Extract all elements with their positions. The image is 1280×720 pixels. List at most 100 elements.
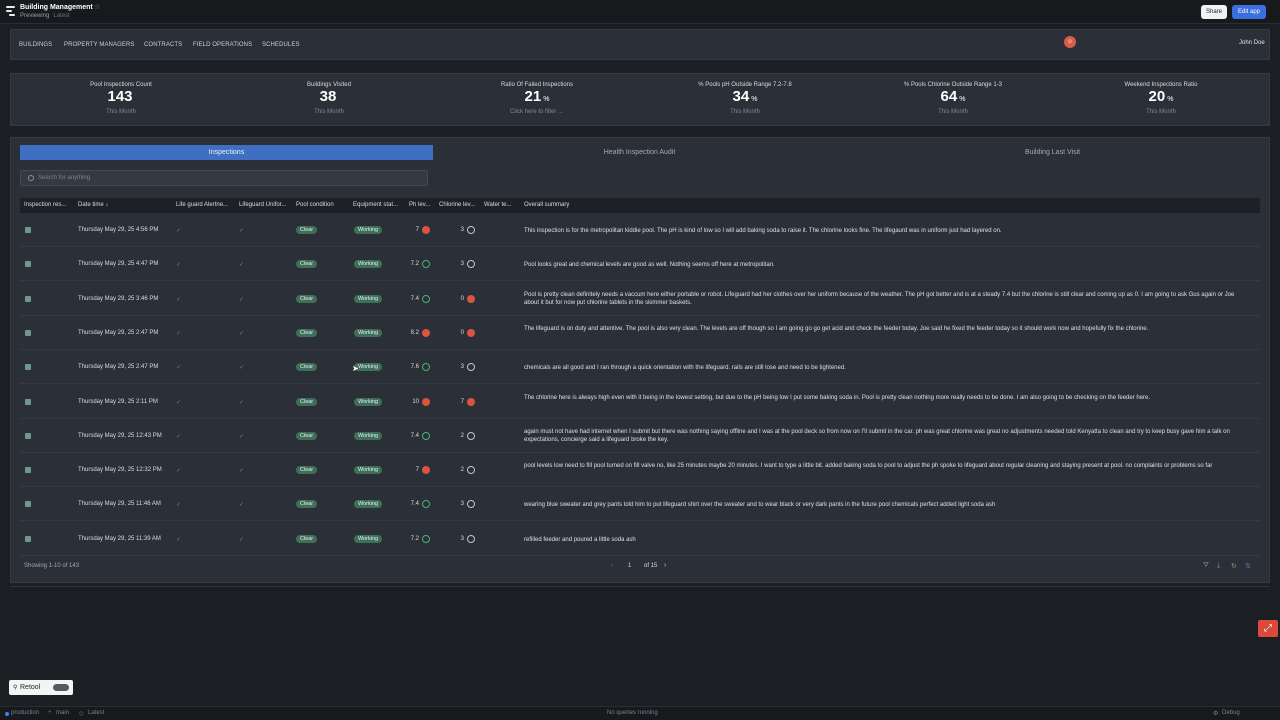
column-pool-condition[interactable]: Pool condition xyxy=(296,202,334,208)
chlorine-status-icon xyxy=(467,534,475,543)
ph-value: 7.4 xyxy=(410,432,419,439)
column-overall-summary[interactable]: Overall summary xyxy=(524,202,569,208)
stat-number: 34 xyxy=(732,88,750,105)
column-equipment-status[interactable]: Equipment stat... xyxy=(353,202,398,208)
column-ph-level[interactable]: Ph lev... xyxy=(409,202,430,208)
inspection-result-checkbox[interactable] xyxy=(25,398,31,405)
debug-label[interactable]: Debug xyxy=(1222,710,1240,716)
smiley-icon[interactable]: ☺ xyxy=(1064,36,1076,48)
release-label[interactable]: Latest xyxy=(88,710,104,716)
mode-label: Previewing xyxy=(20,13,50,19)
download-icon[interactable]: ⤓ xyxy=(1217,562,1220,570)
tab-inspections[interactable]: Inspections xyxy=(20,145,433,160)
table-row[interactable]: Thursday May 29, 25 12:32 PM ✓ ✓ Clear Worki… xyxy=(20,453,1260,488)
pool-condition-badge: Clear xyxy=(296,260,318,269)
nav-item-buildings[interactable]: BUILDINGS xyxy=(19,42,52,48)
table-count: Showing 1-10 of 143 xyxy=(24,563,80,569)
filter-icon[interactable]: ⛛ xyxy=(1203,562,1209,570)
retool-badge[interactable]: ⚲ Retool xyxy=(9,680,73,695)
chevron-right-icon[interactable]: › xyxy=(664,562,666,569)
star-icon[interactable]: ☆ xyxy=(94,3,100,11)
pool-condition-badge: Clear xyxy=(296,397,318,406)
retool-logo-icon[interactable] xyxy=(6,6,15,17)
chevron-left-icon[interactable]: ‹ xyxy=(611,562,613,569)
retool-toggle[interactable] xyxy=(53,684,69,691)
check-icon: ✓ xyxy=(239,228,245,234)
table-row[interactable]: Thursday May 29, 25 3:46 PM ✓ ✓ Clear Workin… xyxy=(20,282,1260,316)
table-row[interactable]: Thursday May 29, 25 2:47 PM ✓ ✓ Clear Workin… xyxy=(20,350,1260,385)
ph-value: 7.2 xyxy=(410,261,419,268)
nav-item-schedules[interactable]: SCHEDULES xyxy=(262,42,300,48)
ph-status-icon xyxy=(422,260,430,269)
overall-summary: refilled feeder and poured a little soda… xyxy=(524,536,636,543)
column-lifeguard-alertness[interactable]: Life guard Alertne... xyxy=(176,202,228,208)
nav-item-field-operations[interactable]: FIELD OPERATIONS xyxy=(193,42,252,48)
table-row[interactable]: Thursday May 29, 25 11:39 AM ✓ ✓ Clear Worki… xyxy=(20,522,1260,556)
expand-icon[interactable]: ⤢ xyxy=(1258,620,1278,637)
table-row[interactable]: Thursday May 29, 25 12:43 PM ✓ ✓ Clear Worki… xyxy=(20,419,1260,453)
inspection-result-checkbox[interactable] xyxy=(25,467,31,474)
ph-status-icon xyxy=(422,363,430,372)
stat-chlorine-outside-range: % Pools Chlorine Outside Range 1-3 64% T… xyxy=(863,82,1043,115)
stat-unit: % xyxy=(959,96,966,103)
stat-unit: % xyxy=(751,96,758,103)
tab-health-inspection-audit[interactable]: Health Inspection Audit xyxy=(433,145,846,160)
share-button[interactable]: Share xyxy=(1201,5,1227,19)
environment-label[interactable]: production xyxy=(11,710,39,716)
inspection-result-checkbox[interactable] xyxy=(25,432,31,439)
branch-label[interactable]: main xyxy=(56,710,69,716)
table-row[interactable]: Thursday May 29, 25 4:47 PM ✓ ✓ Clear Workin… xyxy=(20,247,1260,282)
retool-logo-icon: ⚲ xyxy=(13,685,18,691)
sort-icon[interactable]: ⇅ xyxy=(1245,562,1251,570)
table-row[interactable]: Thursday May 29, 25 4:56 PM ✓ ✓ Clear Workin… xyxy=(20,213,1260,247)
table-row[interactable]: Thursday May 29, 25 11:46 AM ✓ ✓ Clear Worki… xyxy=(20,487,1260,522)
nav-item-contracts[interactable]: CONTRACTS xyxy=(144,42,182,48)
pool-condition-badge: Clear xyxy=(296,226,318,234)
chlorine-status-icon xyxy=(467,226,475,234)
inspection-result-checkbox[interactable] xyxy=(25,501,31,508)
chlorine-status-icon xyxy=(467,294,475,303)
chlorine-status-icon xyxy=(467,363,475,372)
refresh-icon[interactable]: ↻ xyxy=(1231,562,1237,570)
user-name[interactable]: John Doe xyxy=(1239,40,1265,46)
inspection-result-checkbox[interactable] xyxy=(25,535,31,542)
inspection-result-checkbox[interactable] xyxy=(25,261,31,268)
version-label[interactable]: Latest xyxy=(53,13,69,19)
inspection-result-checkbox[interactable] xyxy=(25,295,31,302)
column-lifeguard-uniform[interactable]: Lifeguard Unifor... xyxy=(239,202,286,208)
edit-app-button[interactable]: Edit app xyxy=(1232,5,1266,19)
search-input[interactable]: Search for anything xyxy=(20,170,428,186)
stat-failed-inspections[interactable]: Ratio Of Failed Inspections 21% Click he… xyxy=(447,82,627,115)
inspection-result-checkbox[interactable] xyxy=(25,227,31,233)
tab-building-last-visit[interactable]: Building Last Visit xyxy=(846,145,1259,160)
nav-item-property-managers[interactable]: PROPERTY MANAGERS xyxy=(64,42,135,48)
column-chlorine-level[interactable]: Chlorine lev... xyxy=(439,202,475,208)
tag-icon: ◇ xyxy=(79,711,84,717)
stat-value: 20% xyxy=(1071,89,1251,108)
pool-condition-badge: Clear xyxy=(296,500,318,509)
filter-link[interactable]: Click here to filter → xyxy=(447,109,627,115)
equipment-status-badge: Working xyxy=(354,534,383,543)
overall-summary: The chlorine here is always high even wi… xyxy=(524,394,1151,401)
ph-value: 7.6 xyxy=(410,364,419,371)
table-row[interactable]: Thursday May 29, 25 2:47 PM ✓ ✓ Clear Workin… xyxy=(20,316,1260,350)
chlorine-status-icon xyxy=(467,328,475,337)
chlorine-status-icon xyxy=(467,431,475,440)
column-water-temp[interactable]: Water te... xyxy=(484,202,511,208)
column-date-time[interactable]: Date time ↓ xyxy=(78,202,108,208)
stat-value: 21% xyxy=(447,89,627,108)
check-icon: ✓ xyxy=(176,296,182,303)
check-icon: ✓ xyxy=(176,433,182,440)
chlorine-value: 2 xyxy=(460,467,464,474)
check-icon: ✓ xyxy=(239,433,245,440)
inspection-result-checkbox[interactable] xyxy=(25,329,31,336)
table-row[interactable]: Thursday May 29, 25 2:11 PM ✓ ✓ Clear Workin… xyxy=(20,385,1260,419)
chlorine-value: 3 xyxy=(460,501,464,508)
page-number[interactable]: 1 xyxy=(628,563,631,569)
column-inspection-result[interactable]: Inspection res... xyxy=(24,202,66,208)
equipment-status-badge: Working xyxy=(354,328,383,337)
equipment-status-badge: Working xyxy=(354,397,383,406)
check-icon: ✓ xyxy=(239,262,245,269)
check-icon: ✓ xyxy=(239,296,245,303)
inspection-result-checkbox[interactable] xyxy=(25,364,31,371)
